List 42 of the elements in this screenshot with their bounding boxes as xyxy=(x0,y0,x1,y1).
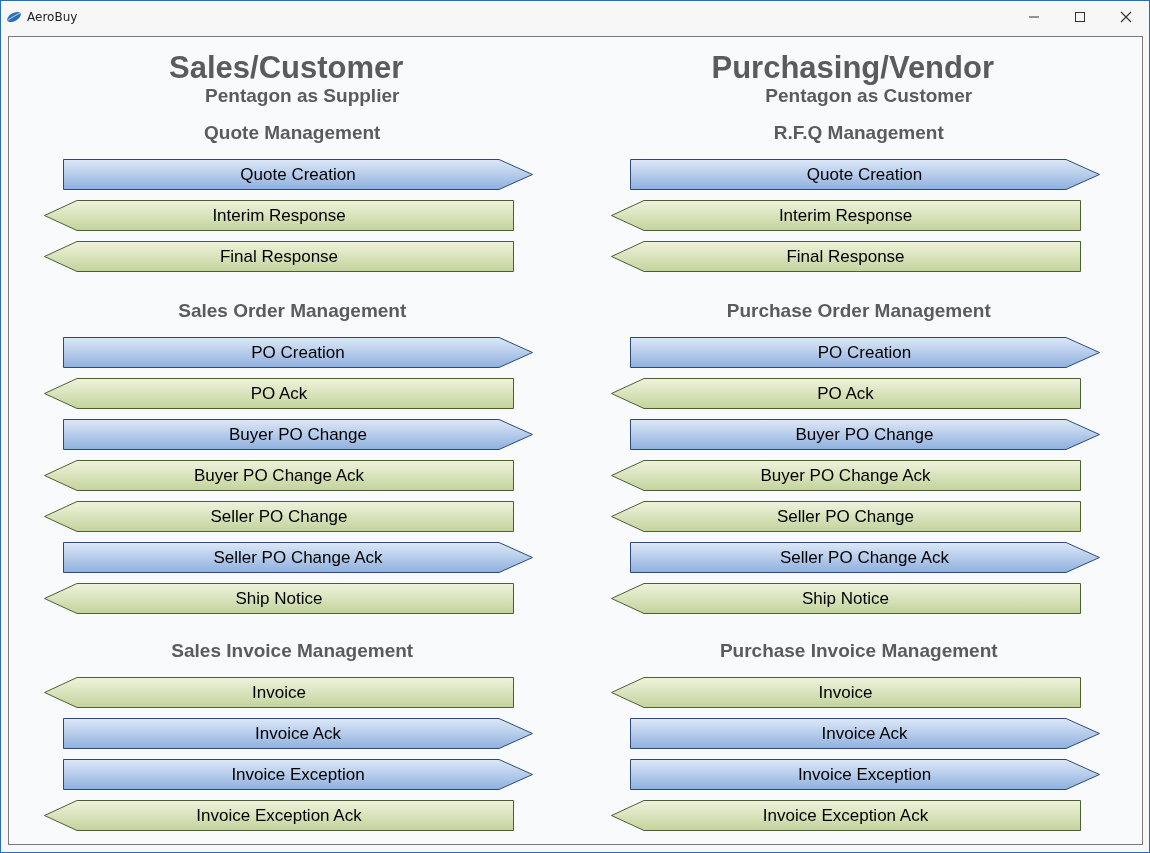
left-arrow-button[interactable]: Buyer PO Change Ack xyxy=(610,460,1081,491)
right-arrow-button[interactable]: PO Creation xyxy=(63,337,533,368)
left-arrow-button[interactable]: Interim Response xyxy=(610,200,1081,231)
left-arrow-button[interactable]: Ship Notice xyxy=(610,583,1081,614)
left-arrow-button[interactable]: Interim Response xyxy=(44,200,514,231)
left-arrow-button[interactable]: Final Response xyxy=(44,241,514,272)
right-arrow-button[interactable]: Seller PO Change Ack xyxy=(63,542,533,573)
column-subtitle: Pentagon as Customer xyxy=(764,86,974,106)
column-title: Sales/Customer xyxy=(168,50,405,86)
left-arrow-button[interactable]: Invoice xyxy=(44,677,514,708)
left-arrow-button[interactable]: Seller PO Change xyxy=(610,501,1081,532)
right-arrow-button[interactable]: Invoice Exception xyxy=(629,759,1100,790)
app-logo-icon xyxy=(6,9,22,25)
right-arrow-button[interactable]: Buyer PO Change xyxy=(629,419,1100,450)
section-heading: Sales Invoice Management xyxy=(170,639,415,663)
right-arrow-button[interactable]: Buyer PO Change xyxy=(63,419,533,450)
left-arrow-button[interactable]: Invoice xyxy=(610,677,1081,708)
left-arrow-button[interactable]: Seller PO Change xyxy=(44,501,514,532)
right-arrow-button[interactable]: Invoice Exception xyxy=(63,759,533,790)
right-arrow-button[interactable]: Invoice Ack xyxy=(629,718,1100,749)
left-arrow-button[interactable]: Ship Notice xyxy=(44,583,514,614)
right-arrow-button[interactable]: Quote Creation xyxy=(629,159,1100,190)
window-title: AeroBuy xyxy=(27,10,78,24)
column-title: Purchasing/Vendor xyxy=(710,50,995,86)
section-heading: R.F.Q Management xyxy=(772,121,945,145)
left-arrow-button[interactable]: Buyer PO Change Ack xyxy=(44,460,514,491)
section-heading: Purchase Invoice Management xyxy=(718,639,999,663)
left-arrow-button[interactable]: Final Response xyxy=(610,241,1081,272)
right-arrow-button[interactable]: Seller PO Change Ack xyxy=(629,542,1100,573)
right-arrow-button[interactable]: Quote Creation xyxy=(63,159,533,190)
close-icon[interactable] xyxy=(1120,11,1132,23)
right-arrow-button[interactable]: Invoice Ack xyxy=(63,718,533,749)
section-heading: Quote Management xyxy=(203,121,382,145)
right-arrow-button[interactable]: PO Creation xyxy=(629,337,1100,368)
column-subtitle: Pentagon as Supplier xyxy=(204,86,401,106)
left-arrow-button[interactable]: PO Ack xyxy=(610,378,1081,409)
left-arrow-button[interactable]: Invoice Exception Ack xyxy=(610,800,1081,831)
maximize-icon[interactable] xyxy=(1074,11,1086,23)
left-arrow-button[interactable]: PO Ack xyxy=(44,378,514,409)
left-arrow-button[interactable]: Invoice Exception Ack xyxy=(44,800,514,831)
section-heading: Sales Order Management xyxy=(177,299,408,323)
section-heading: Purchase Order Management xyxy=(725,299,992,323)
